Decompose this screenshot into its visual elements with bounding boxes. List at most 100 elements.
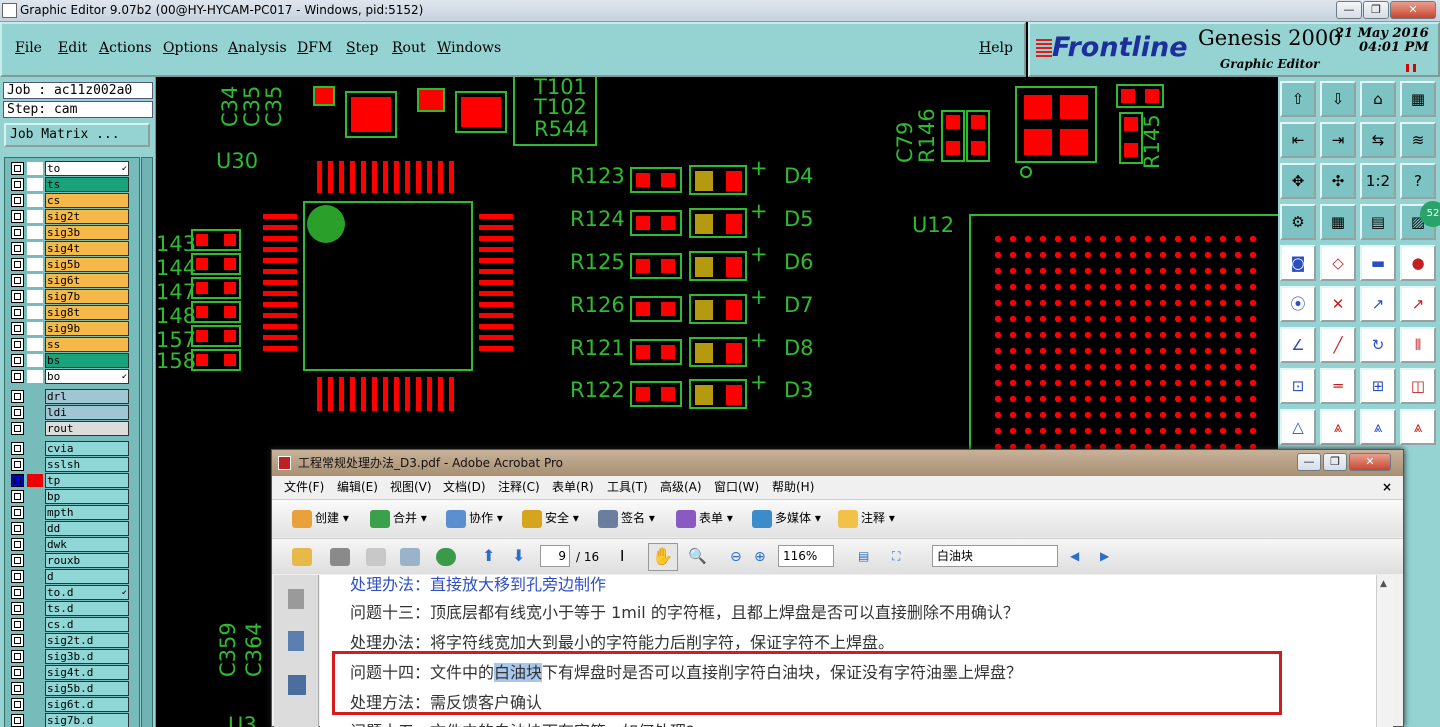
layer-checkbox[interactable]: [11, 226, 24, 239]
open-folder-icon[interactable]: [292, 547, 315, 566]
layer-checkbox[interactable]: [11, 490, 24, 503]
layer-color-swatch[interactable]: [27, 290, 43, 303]
doc-close-icon[interactable]: ×: [1382, 476, 1392, 498]
tool-button-8-1[interactable]: ⩓: [1320, 409, 1356, 445]
tool-button-7-2[interactable]: ⊞: [1360, 368, 1396, 404]
tool-button-3-2[interactable]: ▤: [1360, 204, 1396, 240]
tool-button-1-3[interactable]: ≋: [1400, 122, 1436, 158]
layer-color-swatch[interactable]: [27, 618, 43, 631]
acrobat-close-button[interactable]: ✕: [1349, 453, 1391, 471]
layer-color-swatch[interactable]: [27, 506, 43, 519]
layer-color-swatch[interactable]: [27, 602, 43, 615]
layer-color-swatch[interactable]: [27, 162, 43, 175]
find-prev-icon[interactable]: ◀: [1070, 547, 1079, 565]
layer-name[interactable]: sig6t: [45, 273, 129, 288]
layer-color-swatch[interactable]: [27, 194, 43, 207]
acro-menu-tools[interactable]: 工具(T): [607, 476, 648, 498]
layer-color-swatch[interactable]: [27, 458, 43, 471]
menu-help[interactable]: Help: [979, 40, 1013, 56]
layer-row-bp[interactable]: bp: [8, 489, 130, 504]
multimedia-button[interactable]: 多媒体 ▾: [752, 509, 821, 528]
attachments-icon[interactable]: [288, 631, 304, 651]
layer-name[interactable]: sig6t.d: [45, 697, 129, 712]
layer-row-sig3b-d[interactable]: sig3b.d: [8, 649, 130, 664]
layer-row-sig6t-d[interactable]: sig6t.d: [8, 697, 130, 712]
tool-button-5-1[interactable]: ✕: [1320, 286, 1356, 322]
tool-button-4-0[interactable]: ◙: [1280, 245, 1316, 281]
layer-color-swatch[interactable]: [27, 490, 43, 503]
layer-row-sig9b[interactable]: sig9b: [8, 321, 130, 336]
layer-checkbox[interactable]: [11, 634, 24, 647]
layer-row-sig2t-d[interactable]: sig2t.d: [8, 633, 130, 648]
layer-row-dd[interactable]: dd: [8, 521, 130, 536]
layer-row-sig7b-d[interactable]: sig7b.d: [8, 713, 130, 727]
layer-color-swatch[interactable]: [27, 570, 43, 583]
layer-checkbox[interactable]: [11, 178, 24, 191]
layer-checkbox[interactable]: [11, 354, 24, 367]
layer-checkbox[interactable]: [11, 458, 24, 471]
layer-color-swatch[interactable]: [27, 306, 43, 319]
layer-name[interactable]: ts: [45, 177, 129, 192]
menu-file[interactable]: File: [15, 40, 42, 56]
layer-color-swatch[interactable]: [27, 406, 43, 419]
layer-row-rout[interactable]: rout: [8, 421, 130, 436]
create-button[interactable]: 创建 ▾: [292, 509, 349, 528]
web-icon[interactable]: [436, 547, 459, 566]
acro-menu-window[interactable]: 窗口(W): [714, 476, 759, 498]
menu-analysis[interactable]: Analysis: [228, 40, 287, 56]
tool-button-6-2[interactable]: ↻: [1360, 327, 1396, 363]
tool-button-8-3[interactable]: ⩓: [1400, 409, 1436, 445]
layer-checkbox[interactable]: [11, 442, 24, 455]
layer-name[interactable]: sig9b: [45, 321, 129, 336]
acrobat-maximize-button[interactable]: ❐: [1323, 453, 1347, 471]
layer-name[interactable]: sig4t: [45, 241, 129, 256]
acrobat-window[interactable]: 工程常规处理办法_D3.pdf - Adobe Acrobat Pro — ❐ …: [271, 449, 1404, 727]
menu-options[interactable]: Options: [163, 40, 218, 56]
layer-name[interactable]: sig7b.d: [45, 713, 129, 727]
layer-name[interactable]: sig8t: [45, 305, 129, 320]
layer-checkbox[interactable]: [11, 406, 24, 419]
acro-menu-forms[interactable]: 表单(R): [552, 476, 594, 498]
tool-button-2-3[interactable]: ?: [1400, 163, 1436, 199]
search-input[interactable]: 白油块: [932, 545, 1058, 567]
layer-checkbox[interactable]: [11, 390, 24, 403]
layer-checkbox[interactable]: [11, 422, 24, 435]
layer-name[interactable]: to ↙: [45, 161, 129, 176]
layer-checkbox[interactable]: [11, 506, 24, 519]
layer-name[interactable]: dwk: [45, 537, 129, 552]
menu-dfm[interactable]: DFM: [297, 40, 332, 56]
layer-name[interactable]: sig7b: [45, 289, 129, 304]
layer-row-bs[interactable]: bs: [8, 353, 130, 368]
layer-row-drl[interactable]: drl: [8, 389, 130, 404]
layer-color-swatch[interactable]: [27, 274, 43, 287]
acro-menu-file[interactable]: 文件(F): [284, 476, 324, 498]
hand-tool-icon[interactable]: ✋: [648, 543, 678, 571]
layer-row-rouxb[interactable]: rouxb: [8, 553, 130, 568]
tool-button-5-2[interactable]: ↗: [1360, 286, 1396, 322]
layer-row-sig2t[interactable]: sig2t: [8, 209, 130, 224]
tool-button-5-0[interactable]: ⦿: [1280, 286, 1316, 322]
layer-color-swatch[interactable]: [27, 370, 43, 383]
layer-color-swatch[interactable]: [27, 586, 43, 599]
layer-row-cs[interactable]: cs: [8, 193, 130, 208]
tool-button-1-1[interactable]: ⇥: [1320, 122, 1356, 158]
layer-checkbox[interactable]: [11, 258, 24, 271]
layer-color-swatch[interactable]: [27, 354, 43, 367]
fit-page-icon[interactable]: ▤: [858, 547, 869, 565]
layer-checkbox[interactable]: [11, 666, 24, 679]
layer-color-swatch[interactable]: [27, 714, 43, 727]
maximize-button[interactable]: ❐: [1363, 1, 1389, 19]
tool-button-3-0[interactable]: ⚙: [1280, 204, 1316, 240]
acro-menu-comments[interactable]: 注释(C): [498, 476, 540, 498]
layer-checkbox[interactable]: [11, 714, 24, 727]
sign-button[interactable]: 签名 ▾: [598, 509, 655, 528]
acro-menu-document[interactable]: 文档(D): [443, 476, 486, 498]
layer-color-swatch[interactable]: [27, 698, 43, 711]
layer-color-swatch[interactable]: [27, 666, 43, 679]
forms-button[interactable]: 表单 ▾: [676, 509, 733, 528]
layer-name[interactable]: drl: [45, 389, 129, 404]
layer-name[interactable]: dd: [45, 521, 129, 536]
menu-actions[interactable]: Actions: [99, 40, 152, 56]
layer-row-mpth[interactable]: mpth: [8, 505, 130, 520]
layer-row-to-d[interactable]: to.d ↙: [8, 585, 130, 600]
